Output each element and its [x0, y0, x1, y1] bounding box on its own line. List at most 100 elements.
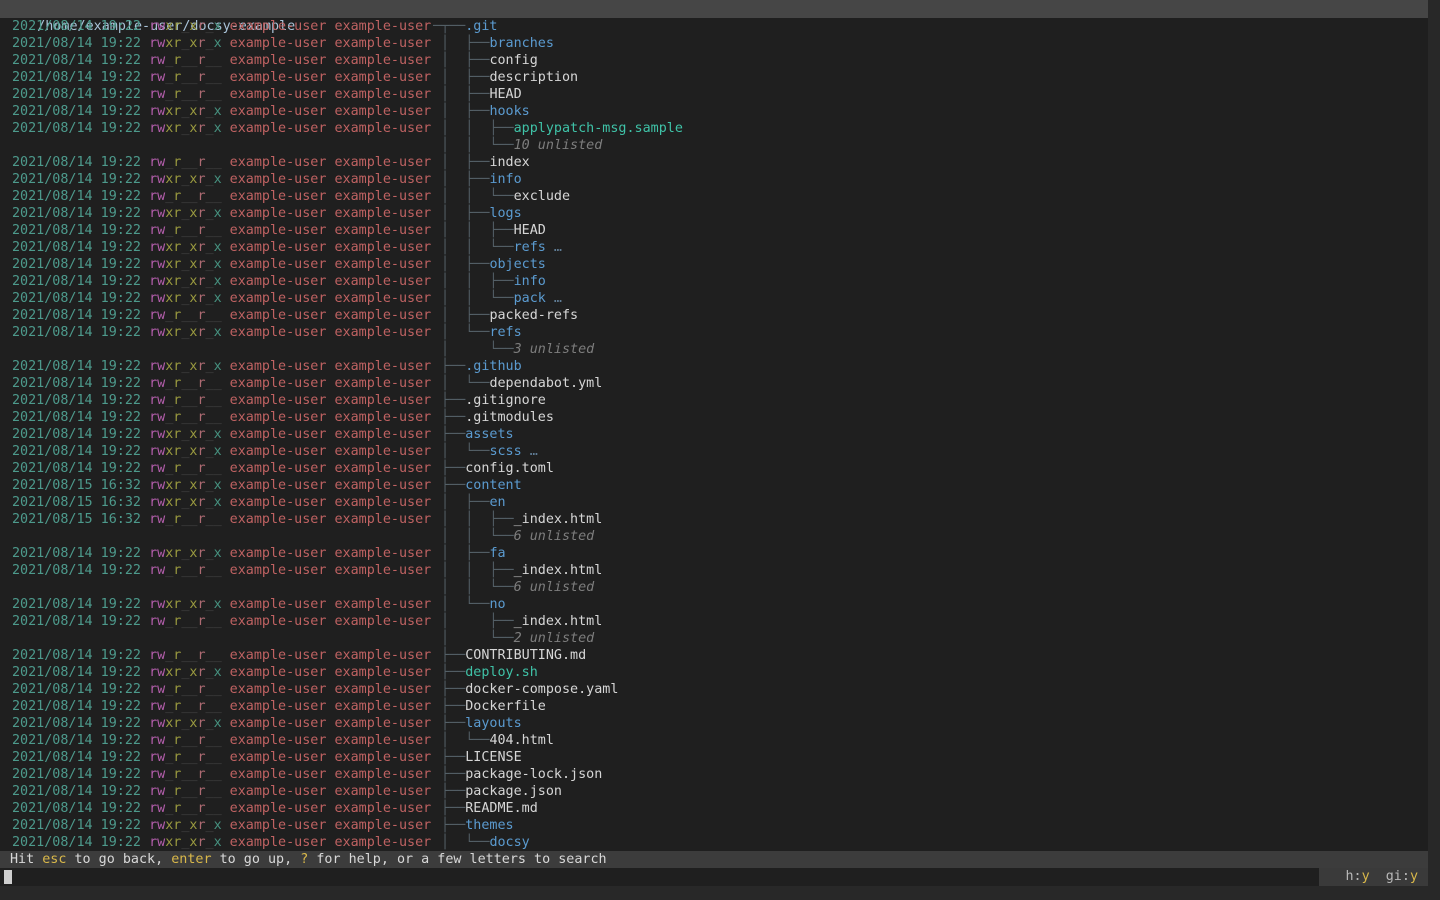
tree-entry[interactable]: │ │ └──refs … [433, 239, 562, 256]
unlisted-count[interactable]: 2 unlisted [514, 631, 595, 646]
file-name[interactable]: LICENSE [465, 750, 521, 765]
file-name[interactable]: _index.html [514, 512, 603, 527]
tree-entry[interactable]: │ ├──fa [433, 545, 506, 562]
tree-row[interactable]: 2021/08/14 19:22 rwxr_xr_x example-user … [0, 273, 1428, 290]
tree-row[interactable]: │ └──3 unlisted [0, 341, 1428, 358]
directory-name[interactable]: no [489, 597, 505, 612]
flag-value[interactable]: y [1362, 869, 1370, 884]
tree-entry[interactable]: ├──assets [433, 426, 514, 443]
executable-file-name[interactable]: applypatch-msg.sample [514, 121, 683, 136]
tree-row[interactable]: 2021/08/14 19:22 rwxr_xr_x example-user … [0, 171, 1428, 188]
file-name[interactable]: _index.html [514, 614, 603, 629]
tree-entry[interactable]: │ │ └──pack … [433, 290, 562, 307]
tree-row[interactable]: 2021/08/15 16:32 rwxr_xr_x example-user … [0, 477, 1428, 494]
search-input-bar[interactable]: h:y gi:y [0, 868, 1428, 886]
file-name[interactable]: docker-compose.yaml [465, 682, 618, 697]
tree-row[interactable]: │ │ └──6 unlisted [0, 579, 1428, 596]
executable-file-name[interactable]: deploy.sh [465, 665, 538, 680]
directory-name[interactable]: .github [465, 359, 521, 374]
tree-entry[interactable]: │ └──404.html [433, 732, 554, 749]
tree-row[interactable]: 2021/08/14 19:22 rw_r__r__ example-user … [0, 800, 1428, 817]
tree-entry[interactable]: ├──README.md [433, 800, 538, 817]
file-name[interactable]: dependabot.yml [489, 376, 602, 391]
tree-row[interactable]: 2021/08/14 19:22 rwxr_xr_x example-user … [0, 120, 1428, 137]
directory-name[interactable]: themes [465, 818, 513, 833]
tree-entry[interactable]: │ ├──hooks [433, 103, 530, 120]
tree-entry[interactable]: │ │ ├──_index.html [433, 562, 602, 579]
directory-name[interactable]: assets [465, 427, 513, 442]
tree-entry[interactable]: ├──config.toml [433, 460, 554, 477]
file-name[interactable]: 404.html [489, 733, 554, 748]
directory-name[interactable]: content [465, 478, 521, 493]
file-name[interactable]: HEAD [514, 223, 546, 238]
tree-row[interactable]: 2021/08/14 19:22 rw_r__r__ example-user … [0, 749, 1428, 766]
tree-entry[interactable]: │ │ └──6 unlisted [433, 579, 594, 596]
file-name[interactable]: .gitignore [465, 393, 546, 408]
file-name[interactable]: Dockerfile [465, 699, 546, 714]
tree-row[interactable]: 2021/08/14 19:22 rw_r__r__ example-user … [0, 732, 1428, 749]
tree-row[interactable]: 2021/08/15 16:32 rwxr_xr_x example-user … [0, 494, 1428, 511]
tree-entry[interactable]: ├──docker-compose.yaml [433, 681, 618, 698]
tree-entry[interactable]: ├──.gitmodules [433, 409, 554, 426]
tree-row[interactable]: 2021/08/14 19:22 rwxr_xr_x example-user … [0, 426, 1428, 443]
tree-row[interactable]: 2021/08/14 19:22 rw_r__r__ example-user … [0, 698, 1428, 715]
tree-row[interactable]: 2021/08/14 19:22 rwxr_xr_x example-user … [0, 596, 1428, 613]
tree-row[interactable]: 2021/08/14 19:22 rwxr_xr_x example-user … [0, 18, 1428, 35]
tree-entry[interactable]: │ ├──HEAD [433, 86, 522, 103]
tree-entry[interactable]: │ └──docsy [433, 834, 530, 851]
tree-entry[interactable]: │ │ ├──_index.html [433, 511, 602, 528]
file-name[interactable]: config.toml [465, 461, 554, 476]
tree-row[interactable]: 2021/08/14 19:22 rw_r__r__ example-user … [0, 69, 1428, 86]
tree-entry[interactable]: │ │ └──exclude [433, 188, 570, 205]
directory-name[interactable]: docsy [489, 835, 529, 850]
tree-entry[interactable]: │ └──no [433, 596, 506, 613]
tree-row[interactable]: │ │ └──10 unlisted [0, 137, 1428, 154]
file-name[interactable]: README.md [465, 801, 538, 816]
tree-entry[interactable]: ├──LICENSE [433, 749, 522, 766]
tree-row[interactable]: 2021/08/14 19:22 rw_r__r__ example-user … [0, 188, 1428, 205]
tree-entry[interactable]: │ ├──info [433, 171, 522, 188]
unlisted-count[interactable]: 3 unlisted [514, 342, 595, 357]
tree-row[interactable]: 2021/08/14 19:22 rw_r__r__ example-user … [0, 681, 1428, 698]
directory-name[interactable]: hooks [489, 104, 529, 119]
tree-entry[interactable]: │ │ ├──applypatch-msg.sample [433, 120, 683, 137]
tree-row[interactable]: 2021/08/14 19:22 rwxr_xr_x example-user … [0, 834, 1428, 851]
tree-row[interactable]: │ └──2 unlisted [0, 630, 1428, 647]
tree-row[interactable]: 2021/08/14 19:22 rw_r__r__ example-user … [0, 409, 1428, 426]
tree-row[interactable]: 2021/08/14 19:22 rw_r__r__ example-user … [0, 375, 1428, 392]
tree-entry[interactable]: ├──content [433, 477, 522, 494]
file-name[interactable]: index [489, 155, 529, 170]
tree-entry[interactable]: │ └──scss … [433, 443, 538, 460]
tree-entry[interactable]: ├──.gitignore [433, 392, 546, 409]
tree-row[interactable]: 2021/08/14 19:22 rwxr_xr_x example-user … [0, 358, 1428, 375]
tree-row[interactable]: 2021/08/14 19:22 rwxr_xr_x example-user … [0, 545, 1428, 562]
directory-name[interactable]: objects [489, 257, 545, 272]
unlisted-count[interactable]: 10 unlisted [514, 138, 603, 153]
tree-entry[interactable]: │ │ └──6 unlisted [433, 528, 594, 545]
tree-entry[interactable]: │ ├──objects [433, 256, 546, 273]
tree-row[interactable]: 2021/08/14 19:22 rw_r__r__ example-user … [0, 460, 1428, 477]
file-name[interactable]: CONTRIBUTING.md [465, 648, 586, 663]
file-name[interactable]: packed-refs [489, 308, 578, 323]
directory-name[interactable]: fa [489, 546, 505, 561]
file-name[interactable]: .gitmodules [465, 410, 554, 425]
tree-row[interactable]: 2021/08/14 19:22 rwxr_xr_x example-user … [0, 715, 1428, 732]
tree-row[interactable]: 2021/08/14 19:22 rwxr_xr_x example-user … [0, 324, 1428, 341]
directory-name[interactable]: layouts [465, 716, 521, 731]
tree-row[interactable]: 2021/08/14 19:22 rw_r__r__ example-user … [0, 783, 1428, 800]
tree-entry[interactable]: │ ├──description [433, 69, 578, 86]
unlisted-count[interactable]: 6 unlisted [514, 529, 595, 544]
directory-name[interactable]: pack [514, 291, 546, 306]
tree-entry[interactable]: ├──package-lock.json [433, 766, 602, 783]
tree-entry[interactable]: │ └──dependabot.yml [433, 375, 602, 392]
tree-row[interactable]: 2021/08/14 19:22 rw_r__r__ example-user … [0, 154, 1428, 171]
tree-entry[interactable]: │ ├──_index.html [433, 613, 602, 630]
tree-row[interactable]: 2021/08/14 19:22 rwxr_xr_x example-user … [0, 817, 1428, 834]
tree-entry[interactable]: │ └──refs [433, 324, 522, 341]
file-name[interactable]: config [489, 53, 537, 68]
tree-row[interactable]: 2021/08/15 16:32 rw_r__r__ example-user … [0, 511, 1428, 528]
file-name[interactable]: HEAD [489, 87, 521, 102]
tree-entry[interactable]: ├──layouts [433, 715, 522, 732]
tree-row[interactable]: 2021/08/14 19:22 rw_r__r__ example-user … [0, 86, 1428, 103]
tree-entry[interactable]: │ │ ├──HEAD [433, 222, 546, 239]
